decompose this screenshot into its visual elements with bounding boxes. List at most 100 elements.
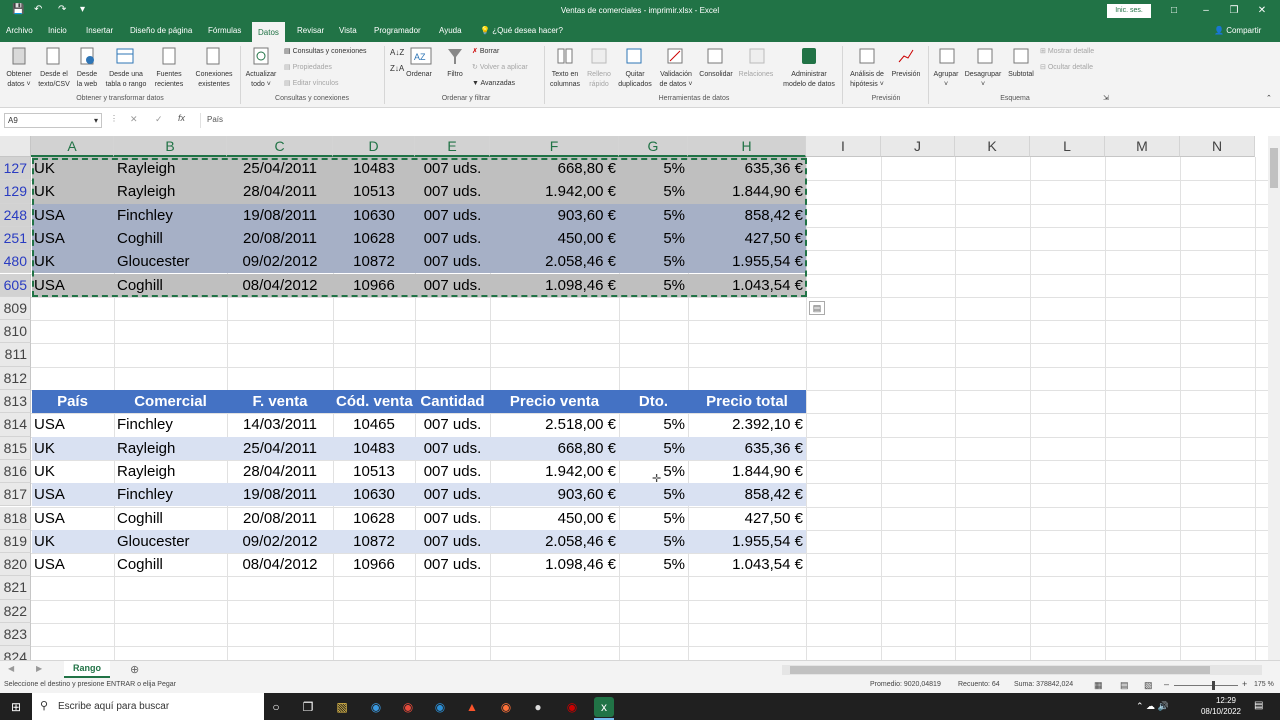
spreadsheet-grid[interactable]: ABCDEFGHIJKLMN 127 UK Rayleigh 25/04/2011 10… bbox=[0, 136, 1268, 660]
prev-sheet-icon[interactable]: ◀ bbox=[8, 664, 14, 673]
fuentes-recientes-button[interactable]: Fuentes recientes bbox=[150, 70, 188, 90]
chrome-icon[interactable]: ◉ bbox=[398, 697, 418, 717]
consultas-conexiones-button[interactable]: ▤ Consultas y conexiones bbox=[284, 47, 367, 57]
minimize-icon[interactable]: – bbox=[1196, 3, 1216, 19]
table-cell[interactable]: 858,42 € bbox=[688, 483, 806, 506]
table-cell[interactable]: 25/04/2011 bbox=[227, 437, 333, 460]
resize-handle-icon[interactable]: ⋮ bbox=[110, 114, 118, 123]
table-cell[interactable]: 668,80 € bbox=[490, 437, 619, 460]
system-tray-icons[interactable]: ⌃ ☁ 🔊 bbox=[1136, 701, 1169, 712]
column-header-c[interactable]: C bbox=[227, 136, 333, 157]
scrollbar-thumb[interactable] bbox=[1270, 148, 1278, 188]
sheet-tab-rango[interactable]: Rango bbox=[64, 661, 110, 678]
tab-insertar[interactable]: Insertar bbox=[86, 26, 113, 35]
insert-function-button[interactable]: fx bbox=[178, 113, 185, 123]
table-cell[interactable]: 450,00 € bbox=[490, 507, 619, 530]
row-header[interactable]: 809 bbox=[0, 296, 31, 321]
mostrar-detalle-button[interactable]: ⊞ Mostrar detalle bbox=[1040, 47, 1094, 57]
zoom-slider[interactable] bbox=[1174, 681, 1238, 690]
table-cell[interactable]: 2.518,00 € bbox=[490, 413, 619, 436]
table-cell[interactable]: 1.043,54 € bbox=[688, 553, 806, 576]
table-cell[interactable]: UK bbox=[31, 437, 114, 460]
zoom-out-icon[interactable]: – bbox=[1164, 679, 1169, 689]
administrar-modelo-button[interactable]: Administrar modelo de datos bbox=[776, 70, 842, 90]
table-cell[interactable]: 007 uds. bbox=[415, 413, 490, 436]
table-cell[interactable]: UK bbox=[31, 530, 114, 553]
scrollbar-thumb[interactable] bbox=[790, 666, 1210, 674]
tab-ayuda[interactable]: Ayuda bbox=[439, 26, 462, 35]
column-header-h[interactable]: H bbox=[688, 136, 806, 157]
table-cell[interactable]: 10465 bbox=[333, 413, 415, 436]
row-header[interactable]: 251 bbox=[0, 226, 31, 251]
sort-az-icon[interactable]: A↓Z bbox=[390, 48, 404, 58]
page-break-icon[interactable]: ▧ bbox=[1144, 680, 1153, 691]
table-cell[interactable]: UK bbox=[31, 460, 114, 483]
filtro-button[interactable]: Filtro bbox=[440, 70, 470, 80]
ordenar-button[interactable]: Ordenar bbox=[402, 70, 436, 80]
tab-vista[interactable]: Vista bbox=[339, 26, 357, 35]
table-cell[interactable]: 903,60 € bbox=[490, 483, 619, 506]
row-header[interactable]: 822 bbox=[0, 599, 31, 623]
agrupar-button[interactable]: Agrupar ˅ bbox=[930, 70, 962, 90]
table-header-cell[interactable]: Cantidad bbox=[415, 390, 490, 413]
table-cell[interactable]: USA bbox=[31, 507, 114, 530]
tab-revisar[interactable]: Revisar bbox=[297, 26, 324, 35]
table-cell[interactable]: 14/03/2011 bbox=[227, 413, 333, 436]
page-layout-icon[interactable]: ▤ bbox=[1120, 680, 1129, 691]
column-header-n[interactable]: N bbox=[1180, 136, 1255, 157]
desagrupar-button[interactable]: Desagrupar ˅ bbox=[962, 70, 1004, 90]
desde-texto-csv-button[interactable]: Desde el texto/CSV bbox=[34, 70, 74, 90]
restore-icon[interactable]: ❐ bbox=[1224, 3, 1244, 19]
table-cell[interactable]: 5% bbox=[619, 437, 688, 460]
quitar-duplicados-button[interactable]: Quitar duplicados bbox=[614, 70, 656, 90]
tab-programador[interactable]: Programador bbox=[374, 26, 421, 35]
analisis-hipotesis-button[interactable]: Análisis de hipótesis ˅ bbox=[846, 70, 888, 90]
prevision-button[interactable]: Previsión bbox=[888, 70, 924, 80]
table-cell[interactable]: Finchley bbox=[114, 483, 227, 506]
table-cell[interactable]: 10513 bbox=[333, 460, 415, 483]
table-cell[interactable]: 1.942,00 € bbox=[490, 460, 619, 483]
row-header[interactable]: 821 bbox=[0, 576, 31, 600]
ribbon-display-icon[interactable]: □ bbox=[1164, 3, 1184, 19]
consolidar-button[interactable]: Consolidar bbox=[696, 70, 736, 80]
table-cell[interactable]: 1.098,46 € bbox=[490, 553, 619, 576]
table-cell[interactable]: USA bbox=[31, 553, 114, 576]
table-cell[interactable]: 427,50 € bbox=[688, 507, 806, 530]
clock-time[interactable]: 12:29 bbox=[1208, 696, 1244, 705]
table-cell[interactable]: 5% bbox=[619, 507, 688, 530]
row-header[interactable]: 818 bbox=[0, 506, 31, 530]
table-header-cell[interactable]: Comercial bbox=[114, 390, 227, 413]
table-cell[interactable]: 28/04/2011 bbox=[227, 460, 333, 483]
table-cell[interactable]: 635,36 € bbox=[688, 437, 806, 460]
tab-diseno-pagina[interactable]: Diseño de página bbox=[130, 26, 192, 35]
table-cell[interactable]: 08/04/2012 bbox=[227, 553, 333, 576]
edge-icon[interactable]: ◉ bbox=[366, 697, 386, 717]
row-header[interactable]: 248 bbox=[0, 203, 31, 227]
row-header[interactable]: 817 bbox=[0, 483, 31, 507]
actualizar-todo-button[interactable]: Actualizar todo ˅ bbox=[242, 70, 280, 90]
windows-start-icon[interactable]: ⊞ bbox=[6, 697, 26, 717]
table-cell[interactable]: 007 uds. bbox=[415, 530, 490, 553]
table-cell[interactable]: Finchley bbox=[114, 413, 227, 436]
paste-options-icon[interactable]: ▤ bbox=[809, 301, 825, 315]
table-header-cell[interactable]: Dto. bbox=[619, 390, 688, 413]
row-header[interactable]: 815 bbox=[0, 436, 31, 460]
table-cell[interactable]: 007 uds. bbox=[415, 483, 490, 506]
table-cell[interactable]: Rayleigh bbox=[114, 437, 227, 460]
ocultar-detalle-button[interactable]: ⊟ Ocultar detalle bbox=[1040, 63, 1093, 73]
share-button[interactable]: 👤 Compartir bbox=[1214, 26, 1261, 35]
row-header[interactable]: 819 bbox=[0, 529, 31, 554]
table-cell[interactable]: 10628 bbox=[333, 507, 415, 530]
normal-view-icon[interactable]: ▦ bbox=[1094, 680, 1103, 691]
table-cell[interactable]: 1.955,54 € bbox=[688, 530, 806, 553]
row-header[interactable]: 824 bbox=[0, 646, 31, 660]
relleno-rapido-button[interactable]: Relleno rápido bbox=[584, 70, 614, 90]
table-cell[interactable]: 10630 bbox=[333, 483, 415, 506]
row-header[interactable]: 814 bbox=[0, 413, 31, 437]
row-header[interactable]: 820 bbox=[0, 553, 31, 577]
app-icon[interactable]: ● bbox=[528, 697, 548, 717]
cancel-icon[interactable]: ✕ bbox=[130, 114, 138, 125]
row-header[interactable]: 812 bbox=[0, 366, 31, 390]
subtotal-button[interactable]: Subtotal bbox=[1004, 70, 1038, 80]
table-cell[interactable]: 2.058,46 € bbox=[490, 530, 619, 553]
